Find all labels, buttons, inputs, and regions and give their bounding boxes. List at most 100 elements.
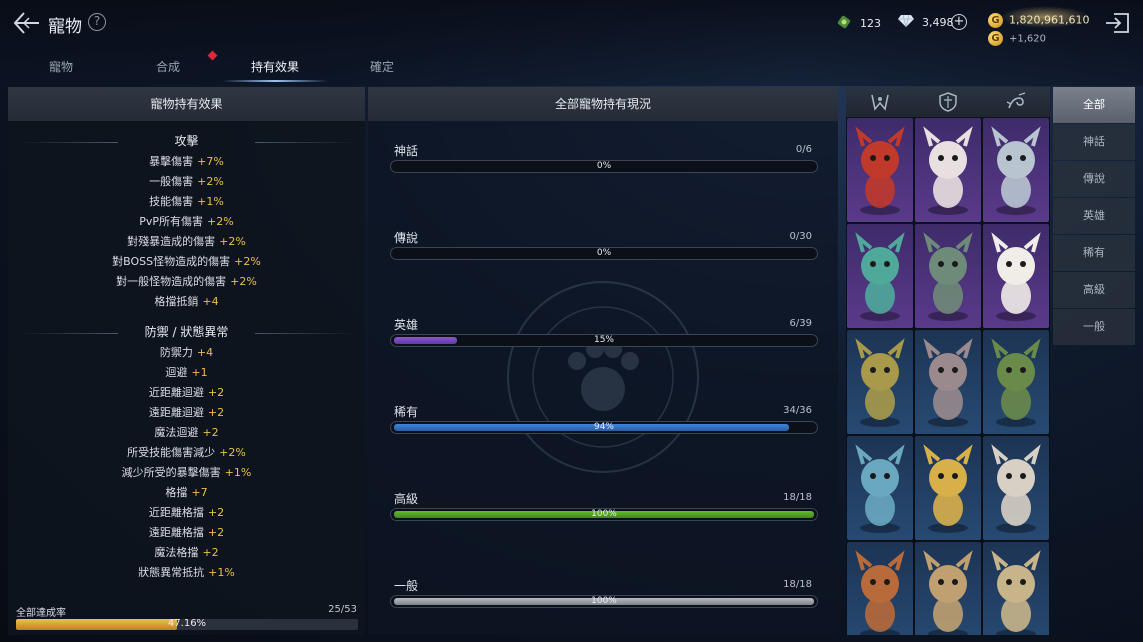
grade-row: 神話 0/6 0% (388, 142, 818, 186)
effect-value: +7 (191, 486, 208, 499)
effect-value: +7% (197, 155, 224, 168)
effect-name: 一般傷害 (149, 175, 194, 188)
effect-name: 近距離迴避 (148, 386, 204, 399)
tab-bar: 寵物 合成 持有效果 確定 (0, 48, 840, 84)
effect-value: +2% (230, 275, 257, 288)
effect-value: +2 (207, 386, 225, 399)
red-dragon-pet-icon[interactable] (847, 118, 913, 222)
top-bar: 寵物 ? 123 3,498 + G 1,820,961,610 G +1,620 … (0, 0, 1143, 86)
effect-name: 暴擊傷害 (149, 155, 194, 168)
effect-value: +1 (191, 366, 208, 379)
effect-row: 近距離迴避 +2 (8, 383, 365, 403)
grade-filter: 全部 神話 傳說 英雄 稀有 高級 一般 (1053, 87, 1135, 346)
grade-percent: 0% (596, 161, 612, 171)
swirl-crest-icon[interactable] (982, 87, 1050, 117)
valkyrie-pet-icon[interactable] (983, 542, 1049, 635)
grade-count: 18/18 (783, 579, 812, 590)
blue-beast-pet-icon[interactable] (847, 436, 913, 540)
gold-warrior-pet-icon[interactable] (915, 436, 981, 540)
flower-girl-pet-icon[interactable] (983, 330, 1049, 434)
effect-name: 對殘暴造成的傷害 (127, 235, 216, 248)
grade-count: 18/18 (783, 492, 812, 503)
effect-name: 迴避 (165, 366, 188, 379)
completion-percent: 47.16% (167, 618, 207, 629)
effect-value: +2% (219, 446, 246, 459)
effect-row: 格擋 +7 (8, 483, 365, 503)
grade-bar: 0% (390, 160, 818, 173)
shield-crest-icon[interactable] (914, 87, 982, 117)
filter-item[interactable]: 傳說 (1053, 161, 1135, 197)
grade-percent: 0% (596, 248, 612, 258)
tab-pets[interactable]: 寵物 (49, 58, 73, 75)
filter-item[interactable]: 英雄 (1053, 198, 1135, 234)
effect-name: PvP所有傷害 (139, 215, 204, 228)
effect-name: 減少所受的暴擊傷害 (121, 466, 221, 479)
masked-shaman-pet-icon[interactable] (983, 436, 1049, 540)
boar-pet-icon[interactable] (847, 330, 913, 434)
grade-bar: 0% (390, 247, 818, 260)
pet-collection-panel (846, 87, 1050, 635)
tab-holding-effects[interactable]: 持有效果 (251, 58, 299, 75)
effects-list[interactable]: 攻擊 暴擊傷害 +7% 一般傷害 +2% 技能傷害 +1% PvP所有傷害 +2% 對殘暴造成的傷… (8, 121, 365, 577)
horned-goat-pet-icon[interactable] (915, 118, 981, 222)
ticket-count: 123 (860, 17, 881, 30)
add-diamond-button[interactable]: + (951, 14, 967, 30)
grade-row: 傳說 0/30 0% (388, 229, 818, 273)
gold-currency: G 1,820,961,610 (988, 13, 1089, 28)
filter-item[interactable]: 神話 (1053, 124, 1135, 160)
diamond-icon (898, 14, 914, 31)
completion-progress: 全部達成率 25/53 47.16% (8, 597, 365, 635)
helmet-knight-pet-icon[interactable] (915, 330, 981, 434)
green-wyvern-pet-icon[interactable] (847, 224, 913, 328)
effect-name: 防禦力 (159, 346, 193, 359)
tribal-mask-pet-icon[interactable] (915, 542, 981, 635)
effect-row: 對殘暴造成的傷害 +2% (8, 232, 365, 252)
effect-name: 魔法格擋 (154, 546, 199, 559)
grade-row: 一般 18/18 100% (388, 577, 818, 621)
diamond-count: 3,498 (922, 16, 954, 29)
exit-icon[interactable] (1104, 12, 1130, 34)
back-arrow-icon[interactable] (12, 10, 42, 36)
silver-armor-pet-icon[interactable] (983, 118, 1049, 222)
tree-spirit-pet-icon[interactable] (915, 224, 981, 328)
effect-value: +2 (207, 406, 225, 419)
effect-row: 魔法迴避 +2 (8, 423, 365, 443)
grade-name: 一般 (394, 579, 419, 593)
completion-count: 25/53 (328, 604, 357, 615)
filter-item[interactable]: 一般 (1053, 309, 1135, 345)
filter-item[interactable]: 高級 (1053, 272, 1135, 308)
effect-name: 格擋抵銷 (154, 295, 199, 308)
effect-name: 遠距離迴避 (148, 406, 204, 419)
grade-name: 英雄 (394, 318, 419, 332)
filter-item[interactable]: 稀有 (1053, 235, 1135, 271)
effect-value: +2 (202, 546, 219, 559)
collection-status-panel: 全部寵物持有現況 神話 0/6 0% 傳說 0/30 0% 英雄 6/39 15% 稀有 34/36… (368, 87, 838, 635)
grade-percent: 100% (591, 596, 617, 606)
gold-amount: 1,820,961,610 (1009, 13, 1090, 27)
effect-value: +4 (196, 346, 214, 359)
grade-count: 0/6 (795, 144, 812, 155)
help-icon[interactable]: ? (88, 13, 106, 31)
white-rabbit-pet-icon[interactable] (983, 224, 1049, 328)
tab-confirm[interactable]: 確定 (370, 58, 394, 75)
collection-status-header: 全部寵物持有現況 (368, 87, 838, 121)
grade-percent: 15% (593, 335, 614, 345)
filter-item[interactable]: 全部 (1053, 87, 1135, 123)
effect-name: 所受技能傷害減少 (127, 446, 216, 459)
completion-label: 全部達成率 (16, 608, 66, 619)
grade-name: 高級 (394, 492, 419, 506)
grade-bar: 94% (390, 421, 818, 434)
tab-synthesis[interactable]: 合成 (156, 58, 180, 75)
section-title: 攻擊 (8, 132, 365, 152)
effect-value: +2 (202, 426, 219, 439)
diamond-currency: 3,498 (898, 14, 954, 31)
effect-row: PvP所有傷害 +2% (8, 212, 365, 232)
grade-name: 傳說 (394, 231, 419, 245)
effect-name: 對一般怪物造成的傷害 (116, 275, 227, 288)
owl-pet-icon[interactable] (847, 542, 913, 635)
effect-row: 對一般怪物造成的傷害 +2% (8, 272, 365, 292)
grade-count: 6/39 (789, 318, 812, 329)
effect-row: 防禦力 +4 (8, 343, 365, 363)
claw-crest-icon[interactable] (846, 87, 914, 117)
effect-value: +2% (234, 255, 261, 268)
